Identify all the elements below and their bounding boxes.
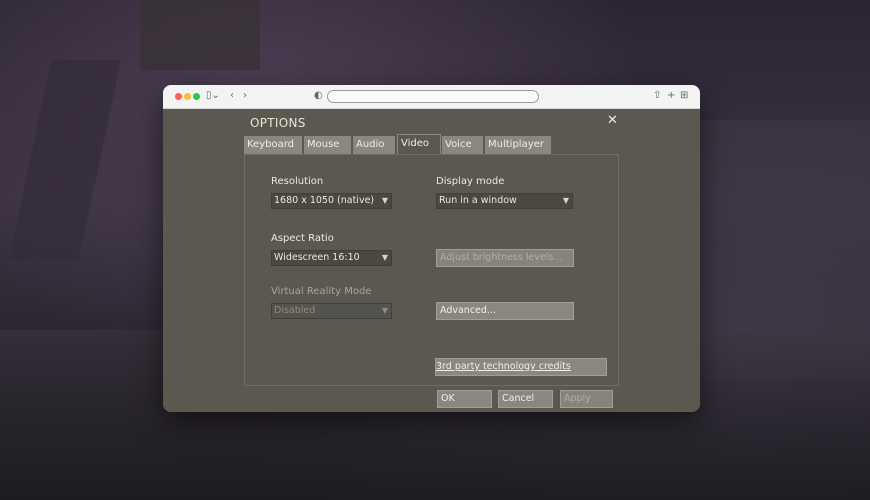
aspect-ratio-label: Aspect Ratio (271, 233, 334, 244)
advanced-button[interactable]: Advanced... (436, 302, 574, 320)
adjust-brightness-button[interactable]: Adjust brightness levels... (436, 249, 574, 267)
ok-button[interactable]: OK (437, 390, 492, 408)
tab-overview-icon[interactable]: ⊞ (680, 90, 688, 102)
third-party-credits-button[interactable]: 3rd party technology credits (435, 358, 607, 376)
new-tab-icon[interactable]: + (667, 90, 675, 102)
aspect-ratio-value: Widescreen 16:10 (274, 252, 360, 263)
credits-label: 3rd party technology credits (436, 361, 571, 372)
display-mode-select[interactable]: Run in a window ▼ (436, 193, 573, 209)
background-tower (8, 60, 122, 260)
chevron-down-icon: ▼ (381, 253, 388, 262)
vr-mode-select[interactable]: Disabled ▼ (271, 303, 392, 319)
chevron-down-icon: ▼ (381, 196, 388, 205)
chevron-down-icon: ▼ (381, 306, 388, 315)
display-mode-value: Run in a window (439, 195, 517, 206)
video-panel (244, 154, 619, 386)
display-mode-label: Display mode (436, 176, 505, 187)
tab-video[interactable]: Video (397, 134, 441, 155)
back-icon[interactable]: ‹ (230, 90, 234, 102)
tab-voice[interactable]: Voice (442, 136, 484, 154)
address-bar[interactable] (327, 90, 539, 103)
tab-mouse[interactable]: Mouse (304, 136, 352, 154)
forward-icon[interactable]: › (243, 90, 247, 102)
vr-mode-value: Disabled (274, 305, 316, 316)
apply-button[interactable]: Apply (560, 390, 613, 408)
chevron-down-icon: ▼ (562, 196, 569, 205)
sidebar-icon[interactable]: ▯⌄ (206, 90, 220, 102)
minimize-window-button[interactable] (184, 93, 191, 100)
tab-keyboard[interactable]: Keyboard (244, 136, 303, 154)
browser-titlebar: ▯⌄ ‹ › ◐ ⇧ + ⊞ (163, 85, 700, 109)
close-window-button[interactable] (175, 93, 182, 100)
zoom-window-button[interactable] (193, 93, 200, 100)
dialog-title: OPTIONS (250, 116, 306, 130)
resolution-value: 1680 x 1050 (native) (274, 195, 375, 206)
resolution-label: Resolution (271, 176, 324, 187)
share-icon[interactable]: ⇧ (653, 90, 661, 102)
shield-icon: ◐ (314, 90, 323, 101)
vr-mode-label: Virtual Reality Mode (271, 286, 372, 297)
cancel-button[interactable]: Cancel (498, 390, 553, 408)
close-icon[interactable]: ✕ (607, 113, 618, 128)
browser-window: ▯⌄ ‹ › ◐ ⇧ + ⊞ OPTIONS ✕ Keyboard Mouse … (163, 85, 700, 412)
resolution-select[interactable]: 1680 x 1050 (native) ▼ (271, 193, 392, 209)
options-dialog: OPTIONS ✕ Keyboard Mouse Audio Video Voi… (163, 109, 700, 412)
aspect-ratio-select[interactable]: Widescreen 16:10 ▼ (271, 250, 392, 266)
tab-multiplayer[interactable]: Multiplayer (485, 136, 552, 154)
background-building (140, 0, 260, 70)
tab-audio[interactable]: Audio (353, 136, 396, 154)
